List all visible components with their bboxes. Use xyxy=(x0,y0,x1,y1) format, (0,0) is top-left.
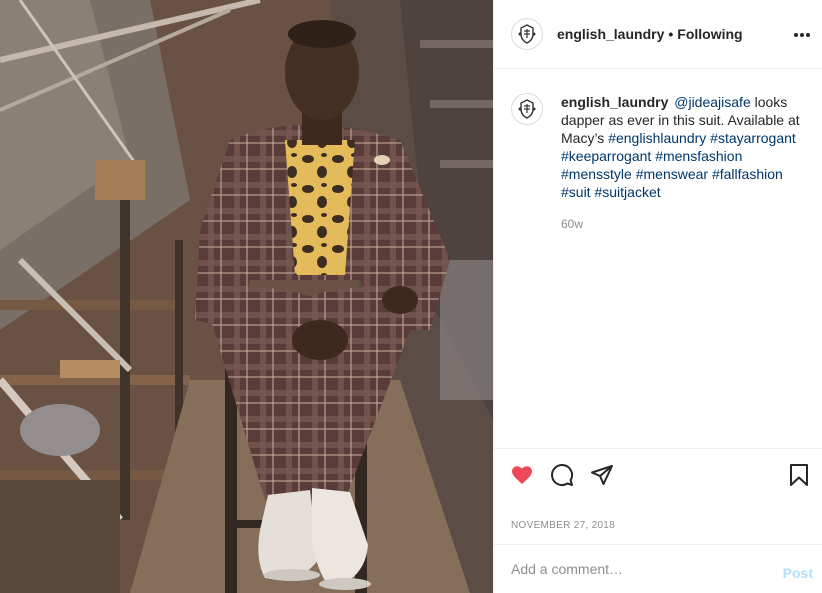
hashtag-link[interactable]: #mensfashion xyxy=(655,148,742,164)
crest-logo-icon xyxy=(518,99,536,119)
hashtag-link[interactable]: #englishlaundry xyxy=(608,130,706,146)
share-button[interactable] xyxy=(588,461,616,489)
post-side-panel: english_laundry • Following english_laun… xyxy=(493,0,822,593)
hashtag-link[interactable]: #keeparrogant xyxy=(561,148,651,164)
post-photo-illustration xyxy=(0,0,493,593)
caption-comment: english_laundry @jideajisafe looks dappe… xyxy=(511,93,811,233)
caption-time[interactable]: 60w xyxy=(561,215,811,233)
following-button[interactable]: Following xyxy=(677,26,742,42)
post-date[interactable]: NOVEMBER 27, 2018 xyxy=(511,520,615,531)
crest-logo-icon xyxy=(518,24,536,44)
save-button[interactable] xyxy=(785,461,813,489)
hashtag-link[interactable]: #fallfashion xyxy=(712,166,783,182)
post-photo[interactable] xyxy=(0,0,493,593)
more-horizontal-icon[interactable] xyxy=(791,24,813,46)
mention-link[interactable]: @jideajisafe xyxy=(674,94,750,110)
comments-area: english_laundry @jideajisafe looks dappe… xyxy=(494,69,822,447)
header-separator: • xyxy=(668,26,674,42)
caption-username[interactable]: english_laundry xyxy=(561,94,668,110)
hashtag-link[interactable]: #suitjacket xyxy=(594,184,660,200)
bookmark-icon xyxy=(790,464,808,486)
author-username[interactable]: english_laundry xyxy=(557,26,664,42)
heart-filled-icon xyxy=(512,466,532,484)
header-text: english_laundry • Following xyxy=(557,26,743,42)
comment-bubble-icon xyxy=(551,464,574,486)
hashtag-link[interactable]: #menswear xyxy=(636,166,708,182)
author-avatar[interactable] xyxy=(511,18,543,50)
like-button[interactable] xyxy=(508,461,536,489)
post-header: english_laundry • Following xyxy=(494,0,822,69)
paper-plane-icon xyxy=(591,465,613,485)
hashtag-link[interactable]: #stayarrogant xyxy=(710,130,796,146)
action-bar xyxy=(494,448,822,502)
caption-text: english_laundry @jideajisafe looks dappe… xyxy=(561,93,811,201)
hashtag-link[interactable]: #mensstyle xyxy=(561,166,632,182)
post-comment-button[interactable]: Post xyxy=(783,565,813,581)
hashtag-link[interactable]: #suit xyxy=(561,184,591,200)
add-comment-section: Post xyxy=(494,544,822,593)
caption-body: english_laundry @jideajisafe looks dappe… xyxy=(561,93,811,233)
comment-input[interactable] xyxy=(511,561,761,577)
caption-avatar[interactable] xyxy=(511,93,543,125)
comment-button[interactable] xyxy=(548,461,576,489)
